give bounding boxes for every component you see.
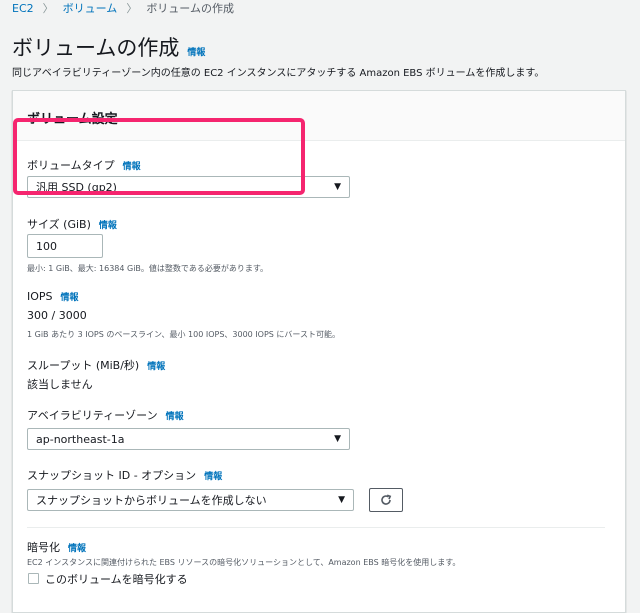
encryption-label-text: 暗号化 (27, 541, 60, 554)
dropdown-arrow-icon: ▼ (338, 495, 345, 505)
availability-zone-info-link[interactable]: 情報 (166, 409, 184, 422)
iops-value: 300 / 3000 (27, 309, 87, 322)
size-input-value: 100 (36, 239, 57, 253)
throughput-label-text: スループット (MiB/秒) (27, 359, 140, 372)
size-hint: 最小: 1 GiB、最大: 16384 GiB。値は整数である必要があります。 (27, 264, 269, 273)
size-highlight-box (13, 118, 305, 195)
page-title-text: ボリュームの作成 (12, 36, 180, 60)
iops-label-text: IOPS (27, 290, 53, 303)
snapshot-value: スナップショットからボリュームを作成しない (36, 494, 267, 507)
snapshot-info-link[interactable]: 情報 (204, 469, 222, 482)
availability-zone-label: アベイラビリティーゾーン 情報 (27, 407, 184, 423)
encrypt-checkbox[interactable] (28, 573, 39, 584)
snapshot-select[interactable]: スナップショットからボリュームを作成しない ▼ (27, 489, 354, 511)
availability-zone-label-text: アベイラビリティーゾーン (27, 409, 158, 422)
dropdown-arrow-icon: ▼ (334, 434, 341, 444)
breadcrumb-ec2[interactable]: EC2 (12, 2, 34, 15)
page-info-link[interactable]: 情報 (187, 45, 205, 58)
iops-label: IOPS 情報 (27, 290, 79, 303)
refresh-icon (381, 494, 392, 505)
encryption-label: 暗号化 情報 (27, 539, 86, 555)
size-label-text: サイズ (GiB) (27, 218, 91, 231)
snapshot-label: スナップショット ID - オプション 情報 (27, 467, 222, 483)
dropdown-arrow-icon: ▼ (334, 182, 341, 192)
refresh-snapshots-button[interactable] (369, 488, 403, 512)
breadcrumb-separator-icon: 〉 (126, 2, 138, 15)
encrypt-checkbox-label[interactable]: このボリュームを暗号化する (45, 571, 188, 587)
iops-info-link[interactable]: 情報 (61, 290, 79, 303)
page-title: ボリュームの作成 情報 (12, 32, 205, 62)
section-divider (27, 527, 605, 528)
encryption-description: EC2 インスタンスに関連付けられた EBS リソースの暗号化ソリューションとし… (27, 558, 461, 567)
availability-zone-select[interactable]: ap-northeast-1a ▼ (27, 428, 350, 450)
throughput-value: 該当しません (27, 378, 93, 391)
throughput-info-link[interactable]: 情報 (147, 359, 165, 372)
breadcrumb-current: ボリュームの作成 (146, 2, 234, 15)
size-info-link[interactable]: 情報 (99, 218, 117, 231)
breadcrumb-separator-icon: 〉 (42, 2, 54, 15)
snapshot-label-text: スナップショット ID - オプション (27, 469, 197, 482)
iops-hint: 1 GiB あたり 3 IOPS のベースライン、最小 100 IOPS、300… (27, 330, 340, 339)
throughput-label: スループット (MiB/秒) 情報 (27, 357, 165, 373)
size-input[interactable]: 100 (27, 234, 103, 258)
availability-zone-value: ap-northeast-1a (36, 432, 125, 446)
breadcrumb: EC2 〉 ボリューム 〉 ボリュームの作成 (12, 0, 234, 16)
encryption-info-link[interactable]: 情報 (68, 541, 86, 554)
page-description: 同じアベイラビリティーゾーン内の任意の EC2 インスタンスにアタッチする Am… (12, 68, 545, 79)
breadcrumb-volumes[interactable]: ボリューム (63, 0, 118, 16)
size-label: サイズ (GiB) 情報 (27, 216, 117, 232)
